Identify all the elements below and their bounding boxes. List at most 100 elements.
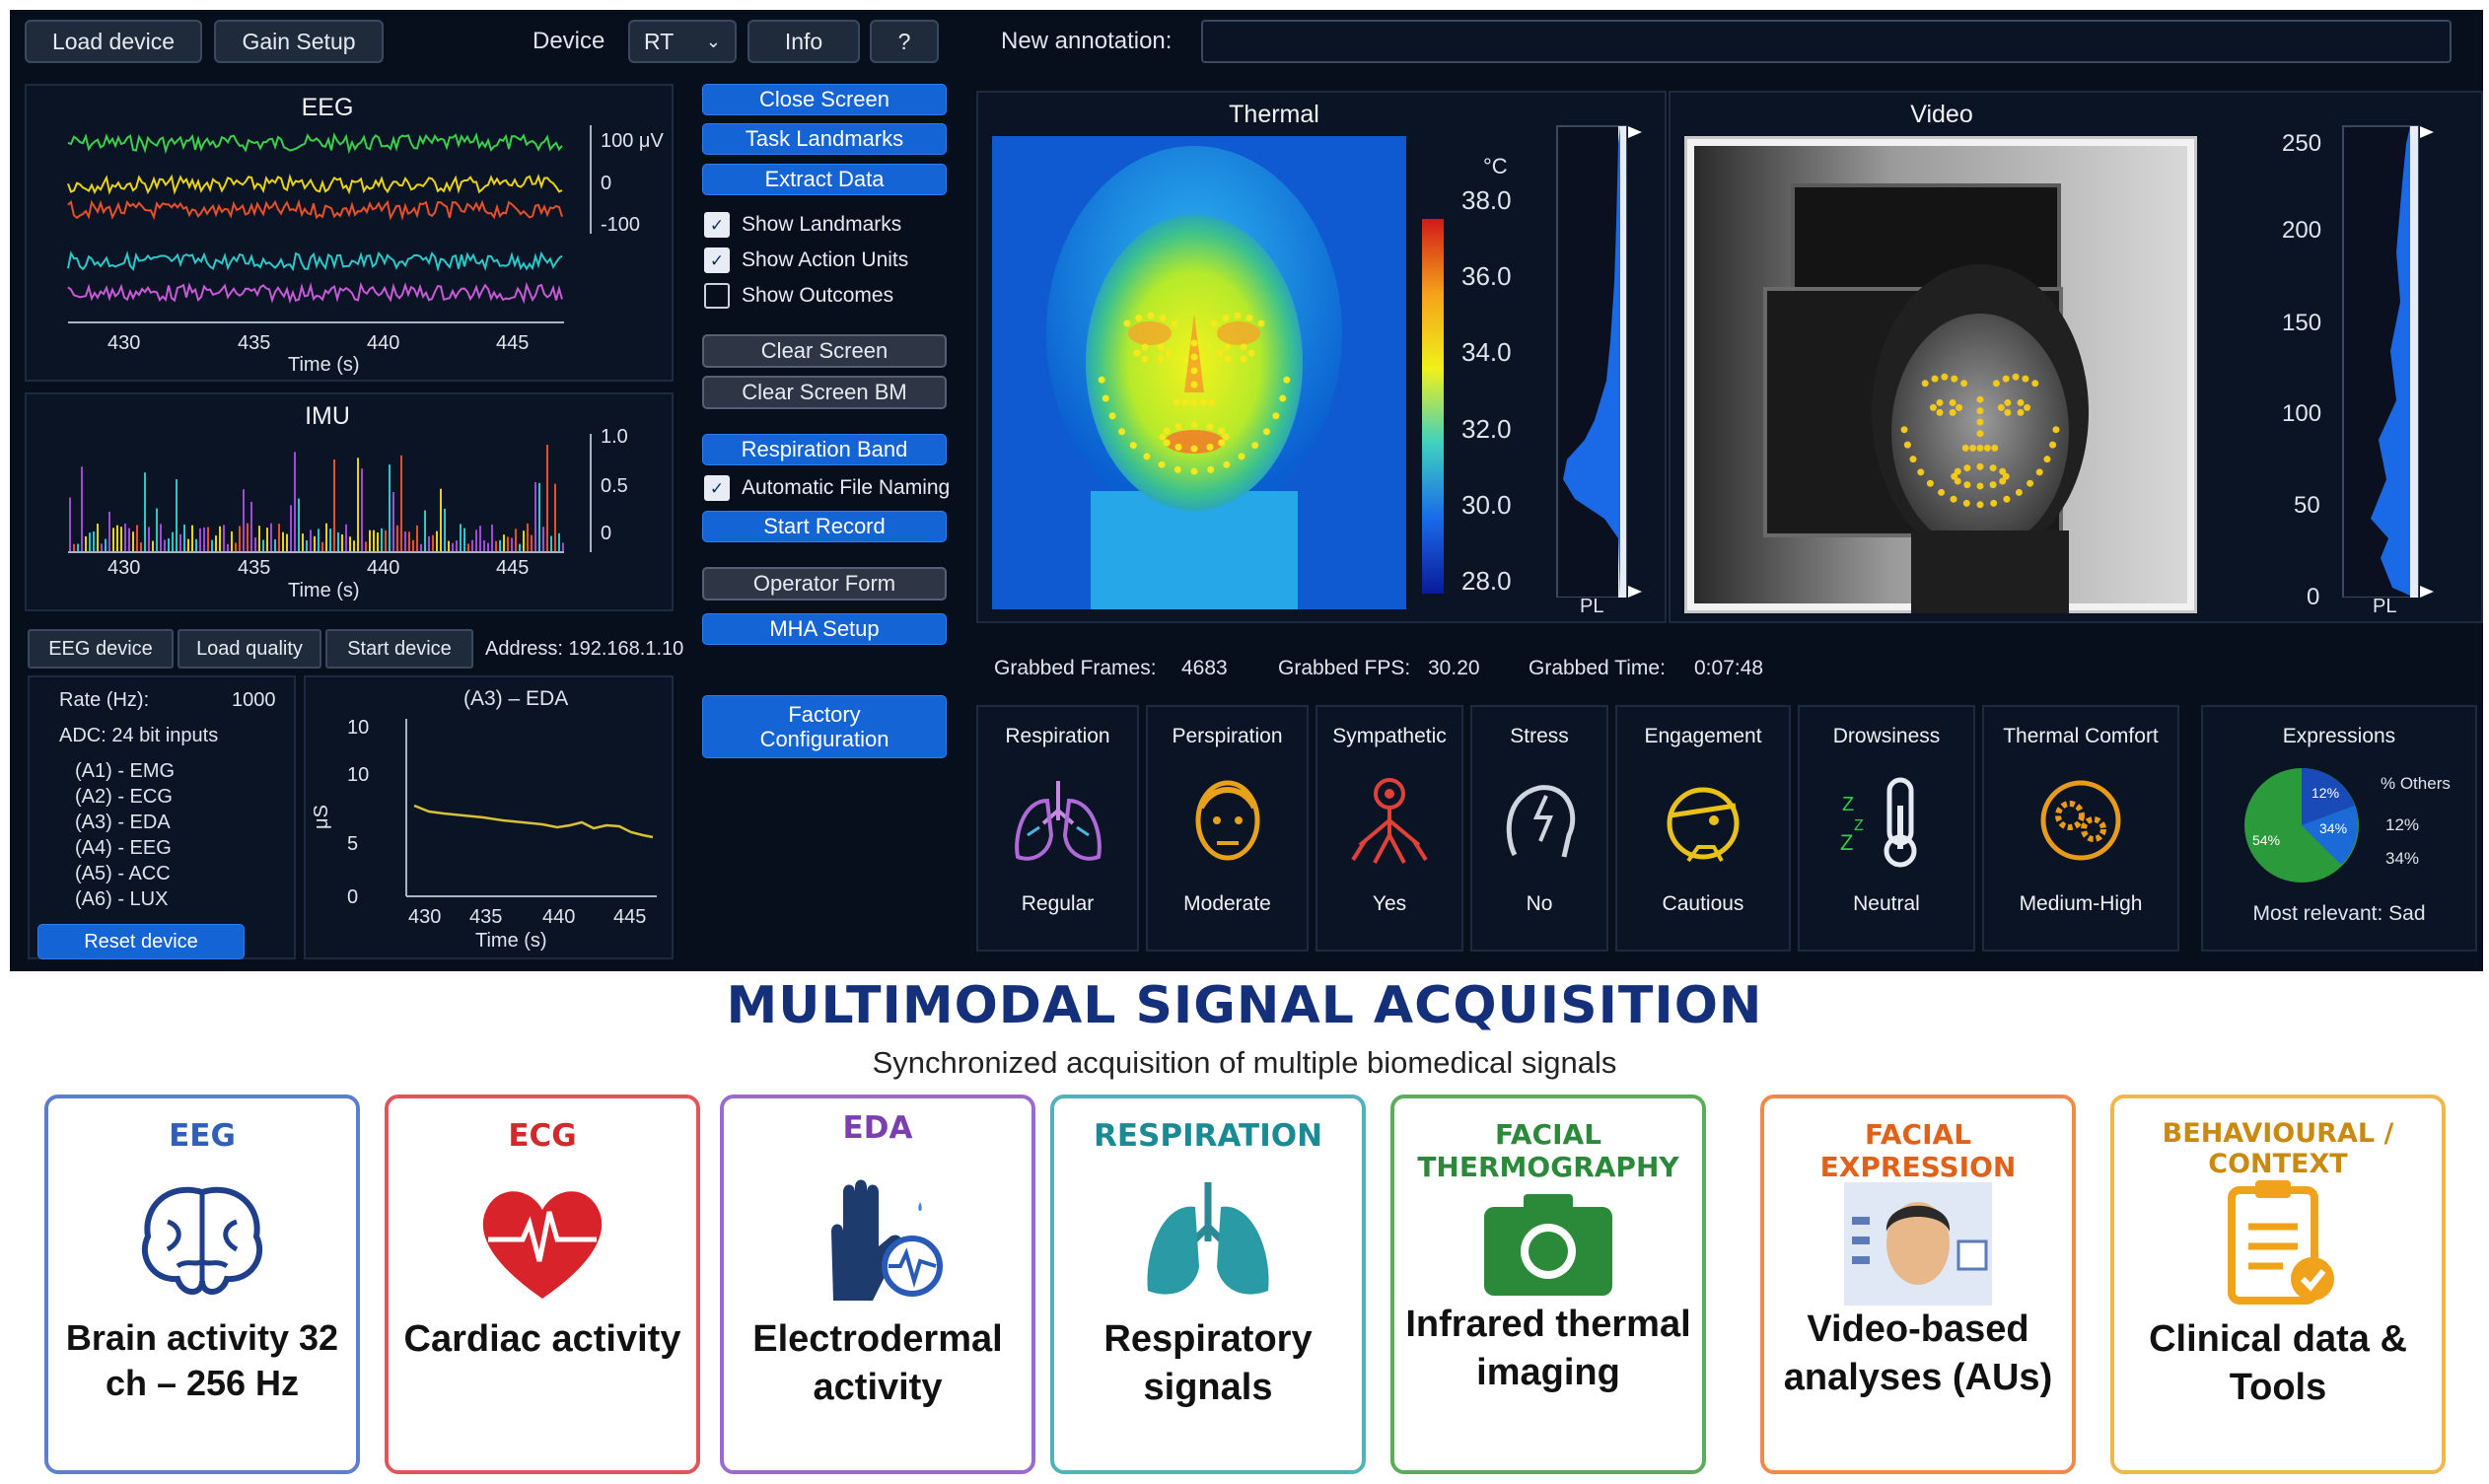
eda-xtick-1: 430 xyxy=(408,906,442,928)
extract-data-button[interactable]: Extract Data xyxy=(702,164,947,195)
face-landmark xyxy=(1963,481,1971,489)
modality-text: Infrared thermal imaging xyxy=(1405,1304,1691,1393)
video-pl-label: PL xyxy=(2373,596,2397,617)
state-name: Drowsiness xyxy=(1832,725,1941,747)
face-landmark xyxy=(1206,423,1214,431)
tab-start-device[interactable]: Start device xyxy=(325,629,473,669)
nervous-system-icon xyxy=(1351,778,1428,864)
modality-text: Clinical data & Tools xyxy=(2149,1318,2407,1408)
state-name: Engagement xyxy=(1644,725,1762,747)
face-landmark xyxy=(1962,499,1970,507)
imu-panel: IMU 1.0 0.5 0 430 435 440 445 Time (s) xyxy=(25,392,674,611)
thermal-histogram[interactable] xyxy=(1555,124,1659,598)
eeg-xtick-2: 435 xyxy=(238,332,271,354)
eeg-ytick-3: -100 xyxy=(601,214,641,236)
face-landmark xyxy=(1960,380,1968,388)
tab-load-quality[interactable]: Load quality xyxy=(178,629,321,669)
svg-text:Z: Z xyxy=(1840,830,1853,855)
eda-ytick-3: 5 xyxy=(347,833,359,855)
show-landmarks-checkbox[interactable]: ✓ Show Landmarks xyxy=(704,212,901,238)
eeg-xtick-4: 445 xyxy=(496,332,530,354)
face-landmark xyxy=(2049,441,2057,449)
thermal-scale-5: 30.0 xyxy=(1461,490,1512,520)
modality-card-thermography: FACIAL THERMOGRAPHY Infrared thermal ima… xyxy=(1390,1095,1706,1474)
face-landmark xyxy=(1941,373,1949,381)
grabbed-frames-label: Grabbed Frames: xyxy=(994,657,1157,679)
eda-xtick-2: 435 xyxy=(469,906,503,928)
state-name: Sympathetic xyxy=(1332,725,1447,747)
face-landmark xyxy=(2015,488,2023,496)
modality-card-facial-expression: FACIAL EXPRESSION Video-based analyses (… xyxy=(1760,1095,2076,1474)
grabbed-time-label: Grabbed Time: xyxy=(1529,657,1666,679)
face-landmark xyxy=(1133,349,1141,357)
tab-eeg-device[interactable]: EEG device xyxy=(28,629,174,669)
device-select[interactable]: RT ⌄ xyxy=(628,20,737,63)
eda-trace xyxy=(413,804,654,839)
face-landmark xyxy=(1929,403,1937,411)
load-device-button[interactable]: Load device xyxy=(25,20,202,63)
show-action-units-label: Show Action Units xyxy=(742,248,909,271)
face-landmark xyxy=(1174,443,1182,451)
thermal-scale-4: 32.0 xyxy=(1461,414,1512,444)
state-value: No xyxy=(1526,892,1553,915)
reset-device-button[interactable]: Reset device xyxy=(37,924,245,959)
face-landmark xyxy=(2043,456,2051,463)
grabbed-fps-value: 30.20 xyxy=(1428,657,1480,679)
thermal-colorbar xyxy=(1422,219,1444,594)
eda-panel: (A3) – EDA 10 10 5 0 μS 430 435 440 445 … xyxy=(304,675,674,959)
gain-setup-button[interactable]: Gain Setup xyxy=(214,20,384,63)
channel-6: (A6) - LUX xyxy=(75,888,169,910)
face-landmark xyxy=(1950,495,1957,503)
face-landmark xyxy=(1190,421,1198,429)
face-landmark xyxy=(1135,314,1143,321)
device-select-value: RT xyxy=(644,28,675,54)
face-landmark xyxy=(1279,394,1287,402)
face-landmark xyxy=(1190,467,1198,475)
operator-form-button[interactable]: Operator Form xyxy=(702,567,947,601)
task-landmarks-button[interactable]: Task Landmarks xyxy=(702,123,947,155)
face-landmark xyxy=(1159,433,1167,441)
show-outcomes-checkbox[interactable]: Show Outcomes xyxy=(704,283,893,309)
face-landmark xyxy=(1181,398,1189,406)
video-histogram[interactable] xyxy=(2341,124,2450,598)
thermal-panel: Thermal °C 38.0 36.0 34.0 32.0 30.0 28.0… xyxy=(976,91,1667,623)
modality-card-behavioural: BEHAVIOURAL / CONTEXT Clinical data & To… xyxy=(2110,1095,2446,1474)
annotation-input[interactable] xyxy=(1201,20,2452,63)
device-label: Device xyxy=(533,28,605,54)
respiration-band-button[interactable]: Respiration Band xyxy=(702,434,947,465)
eeg-ytick-2: 0 xyxy=(601,173,612,194)
show-landmarks-label: Show Landmarks xyxy=(742,213,902,236)
start-record-button[interactable]: Start Record xyxy=(702,511,947,542)
thermal-scale-2: 36.0 xyxy=(1461,261,1512,291)
close-screen-button[interactable]: Close Screen xyxy=(702,84,947,115)
face-landmark xyxy=(1997,403,2005,411)
help-button[interactable]: ? xyxy=(870,20,939,63)
info-button[interactable]: Info xyxy=(747,20,860,63)
show-action-units-checkbox[interactable]: ✓ Show Action Units xyxy=(704,247,908,273)
svg-text:Z: Z xyxy=(1854,817,1864,834)
modality-head: BEHAVIOURAL / CONTEXT xyxy=(2162,1118,2394,1179)
eeg-panel: EEG 100 μV 0 -100 430 435 440 445 Time (… xyxy=(25,84,674,382)
face-landmark xyxy=(1926,479,1934,487)
eeg-xtick-3: 440 xyxy=(367,332,400,354)
factory-configuration-button[interactable]: Factory Configuration xyxy=(702,695,947,758)
pie-label-2: 34% xyxy=(2319,820,2347,836)
eeg-trace xyxy=(67,174,563,195)
clear-screen-bm-button[interactable]: Clear Screen BM xyxy=(702,376,947,409)
clear-screen-button[interactable]: Clear Screen xyxy=(702,334,947,368)
face-landmark xyxy=(1147,312,1155,319)
lungs-icon xyxy=(1014,781,1102,861)
grabbed-fps-label: Grabbed FPS: xyxy=(1278,657,1411,679)
imu-xlabel: Time (s) xyxy=(288,580,360,601)
imu-xtick-2: 435 xyxy=(238,557,271,579)
face-analysis-icon xyxy=(1844,1182,1992,1306)
automatic-file-naming-checkbox[interactable]: ✓ Automatic File Naming xyxy=(704,475,950,501)
thermometer-sleep-icon: ZZ Z xyxy=(1840,777,1917,868)
face-landmark xyxy=(1173,465,1181,473)
mha-setup-button[interactable]: MHA Setup xyxy=(702,613,947,645)
face-landmark xyxy=(1208,398,1216,406)
face-landmark xyxy=(2012,373,2020,381)
modality-text: Cardiac activity xyxy=(403,1318,681,1360)
face-landmark xyxy=(1976,482,1984,490)
state-name: Thermal Comfort xyxy=(2003,725,2159,747)
